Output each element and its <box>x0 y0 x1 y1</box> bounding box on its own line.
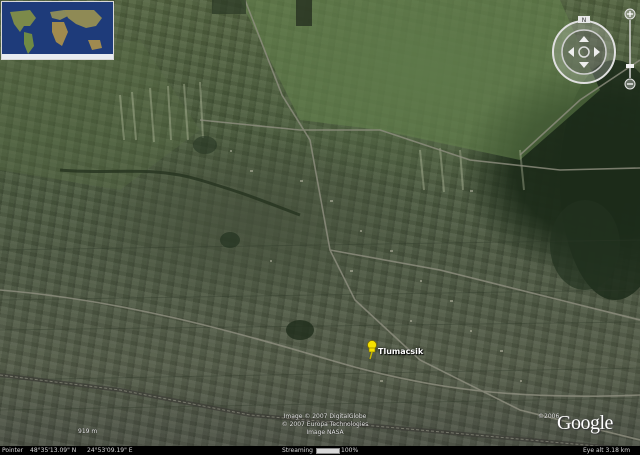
overview-globe-map[interactable] <box>1 1 114 60</box>
eye-altitude: Eye alt 3.18 km <box>583 447 631 454</box>
placemark-label[interactable]: Tlumacsik <box>378 347 423 356</box>
streaming-progress-bar <box>316 448 340 454</box>
zoom-slider-handle[interactable] <box>626 64 634 68</box>
satellite-map-view[interactable] <box>0 0 640 455</box>
compass-ring-icon[interactable] <box>552 20 616 84</box>
imagery-credits: Image © 2007 DigitalGlobe © 2007 Europa … <box>250 413 400 437</box>
world-map-icon <box>2 2 113 59</box>
navigation-control[interactable]: N <box>548 4 638 94</box>
svg-text:N: N <box>582 17 587 24</box>
status-bar: Pointer 48°35'13.09" N 24°53'09.19" E St… <box>0 446 640 455</box>
plus-icon[interactable] <box>624 8 636 20</box>
pointer-label: Pointer <box>2 447 24 454</box>
minus-icon[interactable] <box>624 78 636 90</box>
streaming-percent: 100% <box>341 447 359 454</box>
streaming-label: Streaming <box>282 447 313 454</box>
pointer-latitude: 48°35'13.09" N <box>30 447 77 454</box>
google-logo: Google <box>557 412 613 434</box>
north-marker-icon[interactable]: N <box>578 16 590 24</box>
scale-legend: 919 m <box>78 428 98 435</box>
credit-line: © 2007 Europa Technologies <box>281 421 369 428</box>
credit-line: Image © 2007 DigitalGlobe <box>283 413 367 420</box>
map-terrain-overlay <box>0 0 640 452</box>
pointer-longitude: 24°53'09.19" E <box>87 447 133 454</box>
credit-line: Image NASA <box>306 429 344 436</box>
